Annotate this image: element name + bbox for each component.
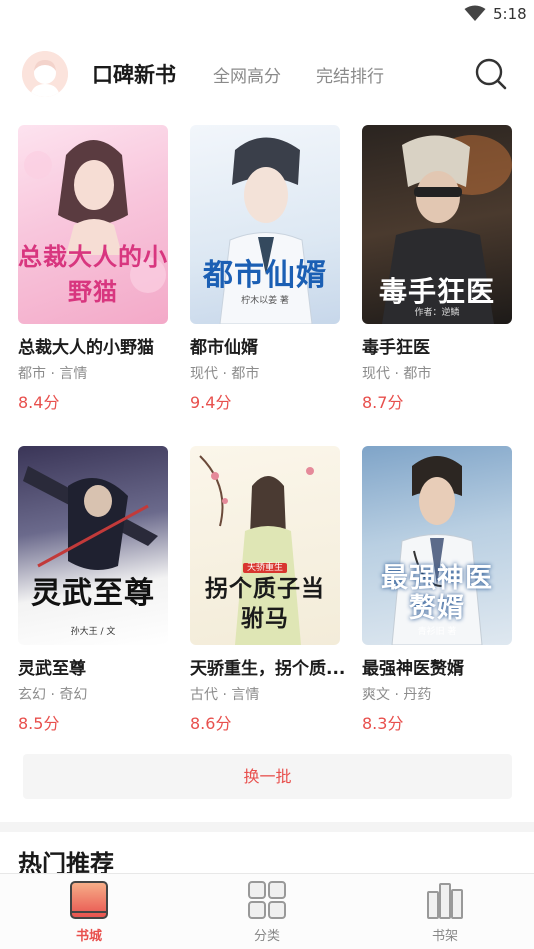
nav-label: 书城 bbox=[75, 929, 102, 944]
cover-author: 孙大王 / 文 bbox=[70, 627, 116, 637]
book-tags: 古代 · 言情 bbox=[190, 687, 260, 703]
book-title: 天骄重生，拐个质... bbox=[190, 659, 346, 679]
status-time: 5:18 bbox=[493, 5, 527, 23]
nav-item-bookshelf[interactable]: 书架 bbox=[385, 874, 505, 949]
book-title: 都市仙婿 bbox=[190, 338, 258, 358]
book-cover[interactable]: 都市仙婿 柠木以姜 著 bbox=[190, 125, 340, 324]
tab-completed-ranking[interactable]: 完结排行 bbox=[316, 62, 384, 87]
user-avatar-icon bbox=[22, 51, 68, 97]
book-score: 8.6分 bbox=[190, 714, 232, 733]
search-icon[interactable] bbox=[474, 57, 508, 91]
refresh-batch-button[interactable]: 换一批 bbox=[23, 754, 512, 799]
nav-label: 分类 bbox=[253, 929, 280, 944]
book-cover[interactable]: 灵武至尊 孙大王 / 文 bbox=[18, 446, 168, 645]
cover-title: 最强神医赘婿 bbox=[381, 563, 493, 624]
book-tags: 都市 · 言情 bbox=[18, 366, 88, 382]
top-header: 口碑新书 全网高分 完结排行 bbox=[0, 48, 534, 100]
nav-item-bookstore[interactable]: 书城 bbox=[29, 874, 149, 949]
book-cover[interactable]: 最强神医赘婿 青衫旧 著 bbox=[362, 446, 512, 645]
tab-word-of-mouth-new[interactable]: 口碑新书 bbox=[92, 59, 176, 89]
book-score: 8.3分 bbox=[362, 714, 404, 733]
section-divider bbox=[0, 822, 534, 832]
cover-author: 青衫旧 著 bbox=[417, 627, 457, 637]
book-title: 最强神医赘婿 bbox=[362, 659, 464, 679]
book-tags: 现代 · 都市 bbox=[362, 366, 432, 382]
wifi-icon bbox=[464, 5, 486, 21]
avatar[interactable] bbox=[22, 51, 68, 97]
bookstore-icon bbox=[70, 881, 108, 919]
nav-item-category[interactable]: 分类 bbox=[207, 874, 327, 949]
book-cover[interactable]: 天骄重生 拐个质子当驸马 bbox=[190, 446, 340, 645]
book-score: 8.4分 bbox=[18, 393, 60, 412]
cover-title: 拐个质子当驸马 bbox=[205, 576, 325, 632]
book-cover[interactable]: 总裁大人的小野猫 bbox=[18, 125, 168, 324]
cover-author: 柠木以姜 著 bbox=[241, 296, 289, 306]
status-bar: 5:18 bbox=[0, 0, 534, 30]
book-title: 灵武至尊 bbox=[18, 659, 86, 679]
book-score: 8.7分 bbox=[362, 393, 404, 412]
book-score: 8.5分 bbox=[18, 714, 60, 733]
cover-title: 灵武至尊 bbox=[31, 576, 155, 611]
tab-top-rated[interactable]: 全网高分 bbox=[213, 62, 281, 87]
bookshelf-icon bbox=[427, 883, 463, 919]
cover-tag: 天骄重生 bbox=[190, 560, 340, 573]
book-score: 9.4分 bbox=[190, 393, 232, 412]
book-tags: 现代 · 都市 bbox=[190, 366, 260, 382]
book-title: 毒手狂医 bbox=[362, 338, 430, 358]
bottom-nav: 书城 分类 书架 bbox=[0, 873, 534, 949]
book-tags: 玄幻 · 奇幻 bbox=[18, 687, 88, 703]
cover-title: 总裁大人的小野猫 bbox=[18, 243, 168, 306]
category-grid-icon bbox=[248, 881, 286, 919]
nav-label: 书架 bbox=[431, 929, 458, 944]
cover-author: 作者：逆鳞 bbox=[414, 308, 460, 318]
cover-title: 毒手狂医 bbox=[378, 275, 495, 308]
book-tags: 爽文 · 丹药 bbox=[362, 687, 432, 703]
book-cover[interactable]: 毒手狂医 作者：逆鳞 bbox=[362, 125, 512, 324]
cover-title: 都市仙婿 bbox=[203, 258, 327, 293]
book-title: 总裁大人的小野猫 bbox=[18, 338, 154, 358]
